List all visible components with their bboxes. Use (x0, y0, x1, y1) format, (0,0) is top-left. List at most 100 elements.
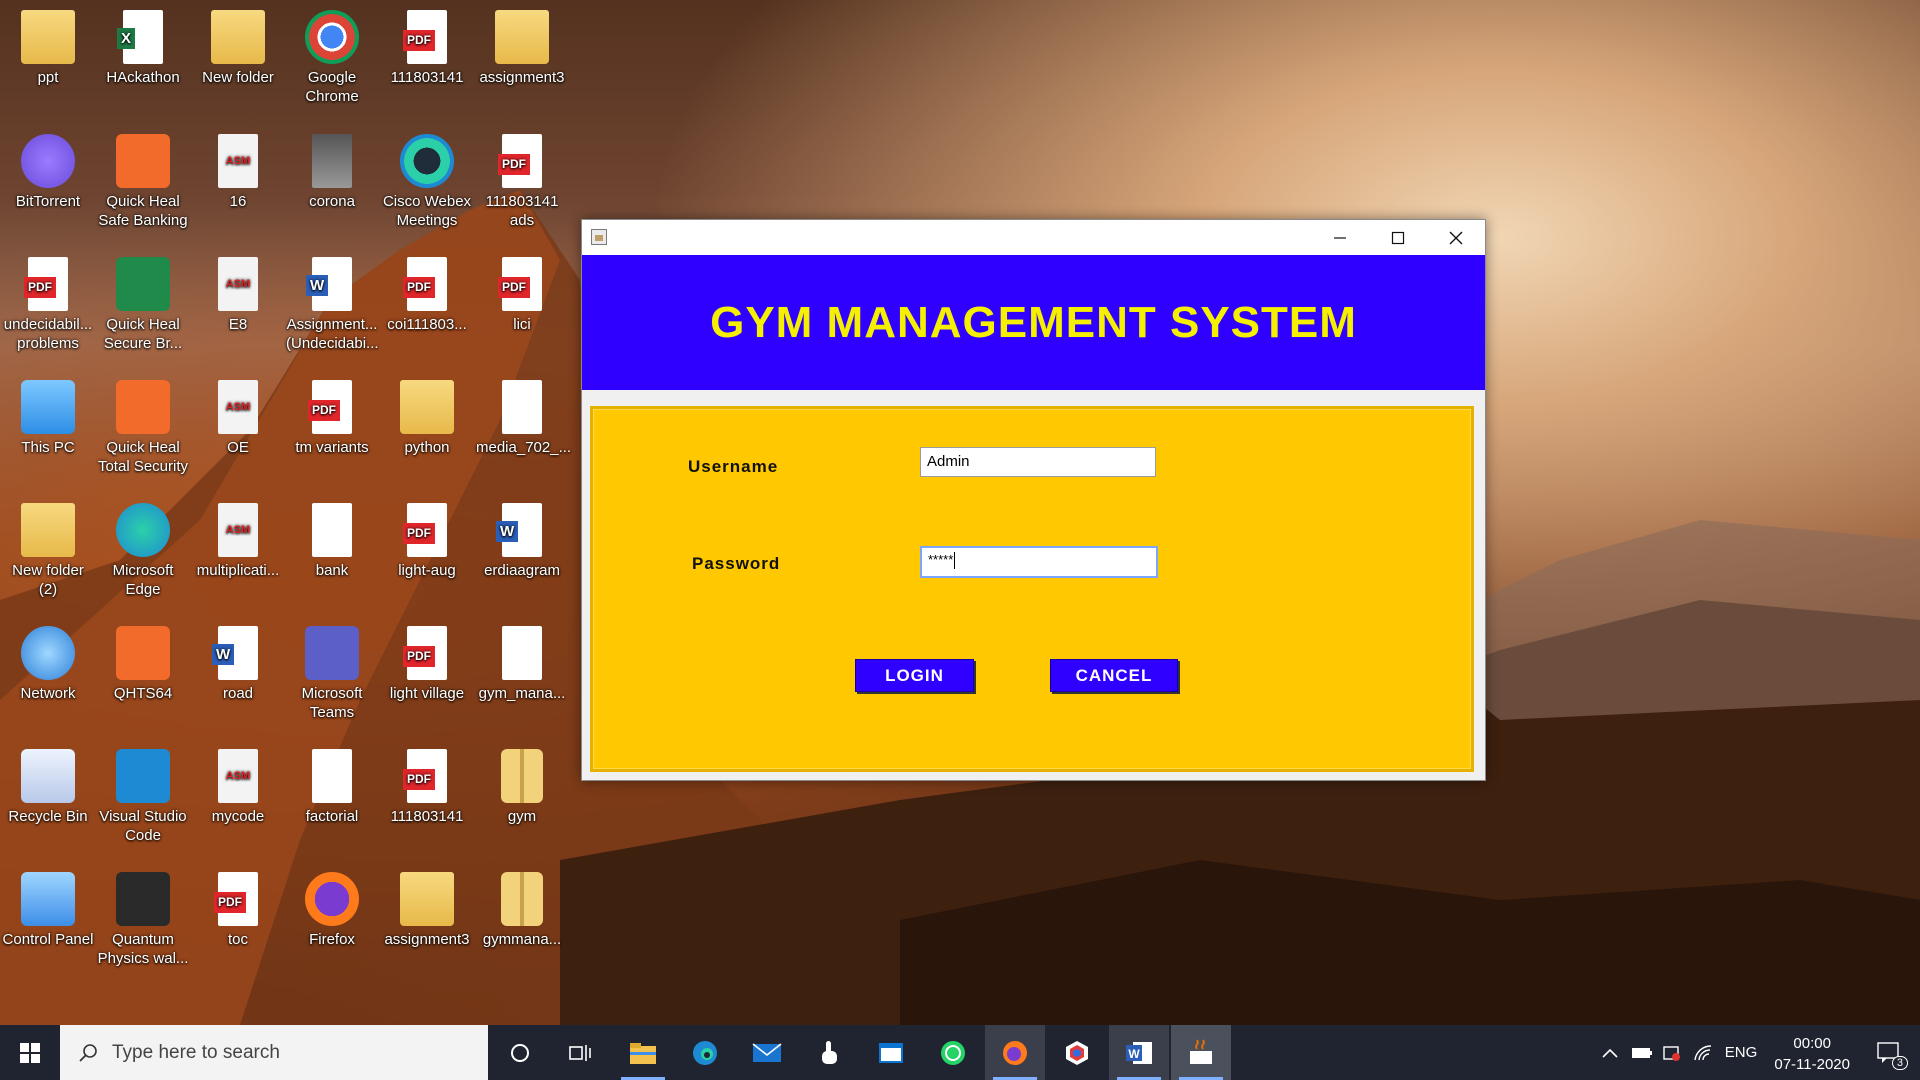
desktop-icon[interactable]: Assignment... (Undecidabi... (286, 247, 379, 353)
shield-icon (1663, 1045, 1680, 1061)
desktop-item-icon (312, 134, 352, 188)
desktop-icon[interactable]: ppt (2, 0, 94, 87)
desktop-icon[interactable]: This PC (2, 370, 94, 457)
desktop-item-label: lici (513, 316, 531, 333)
desktop-icon[interactable]: road (192, 616, 284, 703)
desktop-item-label: Cisco Webex Meetings (382, 193, 472, 229)
maximize-button[interactable] (1369, 220, 1427, 255)
desktop-icon[interactable]: gym (476, 739, 568, 826)
taskbar-edge[interactable] (675, 1025, 735, 1080)
desktop-item-label: OE (227, 439, 249, 456)
desktop-item-icon (312, 749, 352, 803)
desktop-item-label: coi111803... (387, 316, 467, 333)
desktop-item-label: Assignment... (Undecidabi... (286, 316, 379, 352)
password-input[interactable]: ***** (920, 546, 1158, 578)
desktop-item-icon (501, 872, 543, 926)
window-titlebar[interactable] (582, 220, 1485, 255)
desktop-item-label: undecidabil... problems (3, 316, 93, 352)
desktop-icon[interactable]: New folder (2) (2, 493, 94, 599)
cortana-button[interactable] (490, 1025, 550, 1080)
desktop-icon[interactable]: HAckathon (97, 0, 189, 87)
desktop-icon[interactable]: ASM mycode (192, 739, 284, 826)
desktop-icon[interactable]: Cisco Webex Meetings (381, 124, 473, 230)
close-icon (1449, 231, 1463, 244)
desktop-icon[interactable]: undecidabil... problems (2, 247, 94, 353)
desktop-icon[interactable]: tm variants (286, 370, 378, 457)
edge-icon (693, 1040, 717, 1065)
username-input[interactable]: Admin (920, 447, 1156, 477)
desktop-icon[interactable]: Recycle Bin (2, 739, 94, 826)
taskbar-mail[interactable] (737, 1025, 797, 1080)
desktop-icon[interactable]: erdiaagram (476, 493, 568, 580)
word-icon: W (1126, 1041, 1152, 1064)
desktop-icon[interactable]: Network (2, 616, 94, 703)
desktop-icon[interactable]: lici (476, 247, 568, 334)
desktop-icon[interactable]: light village (381, 616, 473, 703)
desktop-item-label: tm variants (295, 439, 369, 456)
desktop-item-label: E8 (228, 316, 248, 333)
login-button[interactable]: LOGIN (855, 659, 974, 692)
desktop-item-icon (24, 257, 68, 311)
desktop-icon[interactable]: Firefox (286, 862, 378, 949)
battery-tray[interactable] (1629, 1025, 1655, 1080)
desktop-icon[interactable]: New folder (192, 0, 284, 87)
wifi-tray[interactable] (1690, 1025, 1716, 1080)
desktop-icon[interactable]: gymmana... (476, 862, 568, 949)
desktop-icon[interactable]: gym_mana... (476, 616, 568, 703)
desktop-item-label: Visual Studio Code (99, 808, 187, 844)
desktop-icon[interactable]: 111803141 ads (476, 124, 568, 230)
taskbar-search-box[interactable]: Type here to search (60, 1025, 488, 1080)
desktop-icon[interactable]: Quick Heal Safe Banking (97, 124, 189, 230)
taskbar-whatsapp[interactable] (923, 1025, 983, 1080)
desktop-icon[interactable]: coi111803... (381, 247, 473, 334)
action-center-button[interactable]: 3 (1866, 1025, 1912, 1080)
desktop-icon[interactable]: Quantum Physics wal... (97, 862, 189, 968)
desktop-icon[interactable]: 111803141 (381, 0, 473, 87)
taskbar-file-explorer[interactable] (613, 1025, 673, 1080)
taskbar-cube-app[interactable] (1047, 1025, 1107, 1080)
desktop-icon[interactable]: Quick Heal Total Security (97, 370, 189, 476)
desktop-icon[interactable]: BitTorrent (2, 124, 94, 211)
desktop-icon[interactable]: ASM OE (192, 370, 284, 457)
desktop-icon[interactable]: Microsoft Edge (97, 493, 189, 599)
desktop-icon[interactable]: media_702_... (476, 370, 571, 457)
desktop-icon[interactable]: Microsoft Teams (286, 616, 378, 722)
desktop-icon[interactable]: Control Panel (2, 862, 94, 949)
taskbar-java[interactable] (1171, 1025, 1231, 1080)
desktop-item-label: erdiaagram (484, 562, 560, 579)
desktop-icon[interactable]: Visual Studio Code (97, 739, 189, 845)
whatsapp-icon (941, 1040, 965, 1065)
security-tray[interactable] (1659, 1025, 1685, 1080)
desktop-icon[interactable]: ASM multiplicati... (192, 493, 284, 580)
desktop-icon[interactable]: assignment3 (381, 862, 473, 949)
desktop-icon[interactable]: ASM 16 (192, 124, 284, 211)
taskbar-firefox[interactable] (985, 1025, 1045, 1080)
minimize-button[interactable] (1311, 220, 1369, 255)
close-button[interactable] (1427, 220, 1485, 255)
desktop-icon[interactable]: toc (192, 862, 284, 949)
desktop-icon[interactable]: Google Chrome (286, 0, 378, 106)
desktop-icon[interactable]: ASM E8 (192, 247, 284, 334)
desktop-item-icon (498, 257, 542, 311)
start-button[interactable] (0, 1025, 60, 1080)
desktop-item-label: Quick Heal Safe Banking (98, 193, 188, 229)
desktop-icon[interactable]: assignment3 (476, 0, 568, 87)
language-indicator[interactable]: ENG (1720, 1025, 1762, 1080)
desktop-icon[interactable]: bank (286, 493, 378, 580)
desktop-icon[interactable]: QHTS64 (97, 616, 189, 703)
desktop-icon[interactable]: python (381, 370, 473, 457)
task-view-button[interactable] (550, 1025, 610, 1080)
taskbar-word[interactable]: W (1109, 1025, 1169, 1080)
desktop-item-label: road (222, 685, 254, 702)
desktop-icon[interactable]: factorial (286, 739, 378, 826)
taskbar-touch-app[interactable] (799, 1025, 859, 1080)
cancel-button[interactable]: CANCEL (1050, 659, 1178, 692)
desktop-icon[interactable]: light-aug (381, 493, 473, 580)
show-hidden-icons[interactable] (1598, 1025, 1622, 1080)
desktop-icon[interactable]: 111803141 (381, 739, 473, 826)
system-clock[interactable]: 00:00 07-11-2020 (1774, 1033, 1850, 1075)
desktop-icon[interactable]: corona (286, 124, 378, 211)
taskbar-window-app[interactable] (861, 1025, 921, 1080)
desktop-icon[interactable]: Quick Heal Secure Br... (97, 247, 189, 353)
task-view-icon (569, 1044, 591, 1061)
